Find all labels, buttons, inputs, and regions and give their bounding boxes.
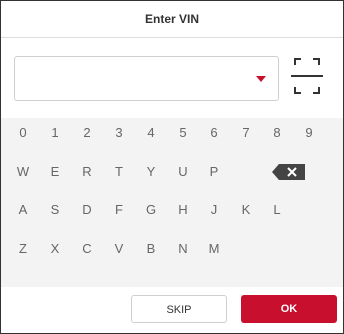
key-h[interactable]: H: [172, 196, 194, 224]
key-s[interactable]: S: [44, 196, 66, 224]
key-1[interactable]: 1: [44, 119, 66, 147]
key-u[interactable]: U: [172, 158, 194, 186]
vin-dialog: Enter VIN 0123456789 WERTYUP ASDFGHJKL ZXCV…: [0, 0, 344, 334]
dialog-header: Enter VIN: [1, 1, 343, 38]
ok-button[interactable]: OK: [241, 295, 337, 323]
key-z[interactable]: Z: [12, 235, 34, 263]
key-5[interactable]: 5: [172, 119, 194, 147]
key-9[interactable]: 9: [298, 119, 320, 147]
key-j[interactable]: J: [203, 196, 225, 224]
key-m[interactable]: M: [203, 235, 225, 263]
vin-input[interactable]: [14, 56, 279, 101]
key-e[interactable]: E: [44, 158, 66, 186]
key-3[interactable]: 3: [108, 119, 130, 147]
key-x[interactable]: X: [44, 235, 66, 263]
backspace-icon[interactable]: [271, 163, 307, 181]
scan-icon[interactable]: [289, 57, 325, 97]
key-w[interactable]: W: [12, 158, 34, 186]
key-4[interactable]: 4: [140, 119, 162, 147]
caret-down-icon[interactable]: [256, 76, 266, 82]
key-n[interactable]: N: [172, 235, 194, 263]
key-p[interactable]: P: [203, 158, 225, 186]
key-g[interactable]: G: [140, 196, 162, 224]
key-c[interactable]: C: [76, 235, 98, 263]
key-k[interactable]: K: [235, 196, 257, 224]
key-f[interactable]: F: [108, 196, 130, 224]
key-r[interactable]: R: [76, 158, 98, 186]
key-d[interactable]: D: [76, 196, 98, 224]
dialog-title: Enter VIN: [144, 12, 199, 26]
key-0[interactable]: 0: [12, 119, 34, 147]
key-a[interactable]: A: [12, 196, 34, 224]
key-v[interactable]: V: [108, 235, 130, 263]
key-7[interactable]: 7: [235, 119, 257, 147]
skip-button[interactable]: SKIP: [131, 295, 227, 323]
button-bar: SKIP OK: [1, 287, 343, 333]
key-2[interactable]: 2: [76, 119, 98, 147]
key-b[interactable]: B: [140, 235, 162, 263]
key-8[interactable]: 8: [266, 119, 288, 147]
key-6[interactable]: 6: [203, 119, 225, 147]
key-y[interactable]: Y: [140, 158, 162, 186]
key-l[interactable]: L: [266, 196, 288, 224]
keyboard: 0123456789 WERTYUP ASDFGHJKL ZXCVBNM: [1, 119, 343, 285]
key-t[interactable]: T: [108, 158, 130, 186]
